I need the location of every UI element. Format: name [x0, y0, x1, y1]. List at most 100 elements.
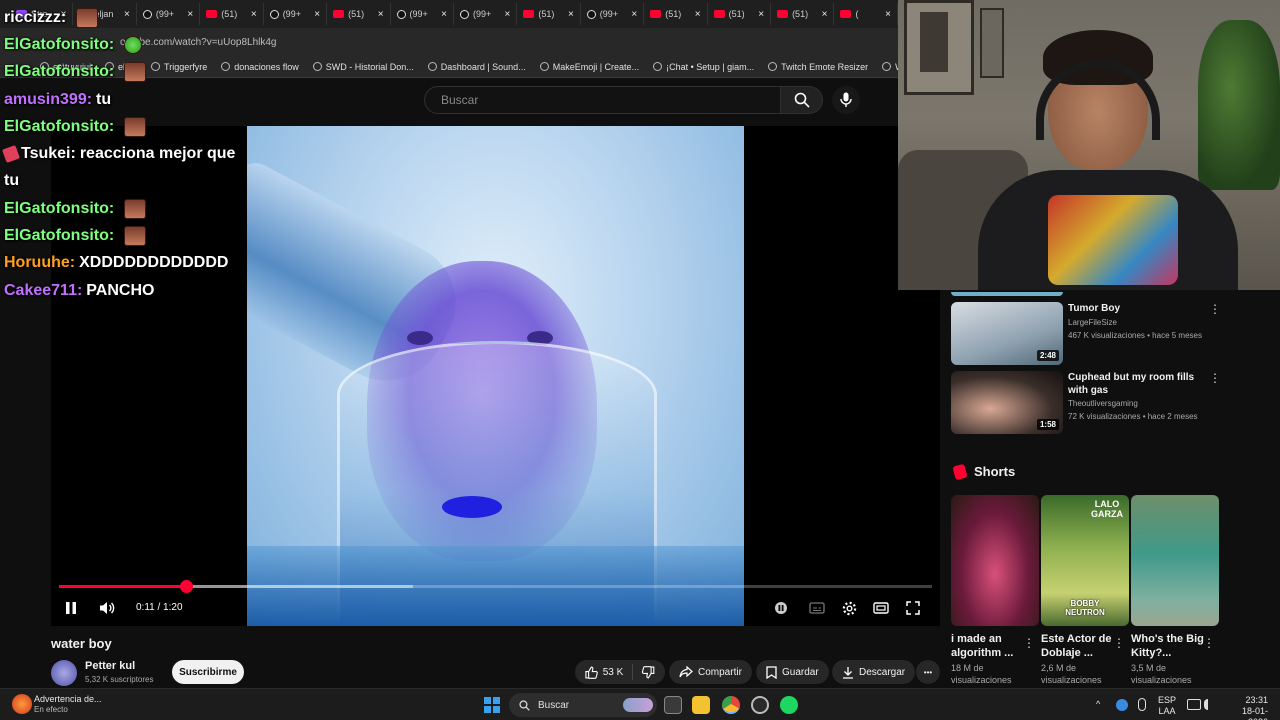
task-view-icon[interactable] — [664, 696, 682, 714]
short-thumbnail[interactable]: LALO GARZA BOBBY NEUTRON — [1041, 495, 1129, 626]
short-menu-button[interactable]: ⋮ — [1203, 636, 1215, 650]
spotify-icon[interactable] — [780, 696, 798, 714]
start-button[interactable] — [484, 697, 500, 713]
file-explorer-icon[interactable] — [692, 696, 710, 714]
short-menu-button[interactable]: ⋮ — [1023, 636, 1035, 650]
related-title[interactable]: Cuphead but my room fills with gas — [1068, 371, 1208, 397]
tab-close-icon[interactable]: × — [441, 9, 447, 20]
bookmark-item[interactable]: Dashboard | Sound... — [427, 62, 526, 72]
obs-icon[interactable] — [751, 696, 769, 714]
warning-icon[interactable] — [12, 694, 32, 714]
language-indicator[interactable]: ESP LAA — [1158, 695, 1176, 717]
search-highlight-image — [623, 698, 653, 712]
tab-close-icon[interactable]: × — [695, 9, 701, 20]
channel-avatar[interactable] — [51, 660, 77, 686]
related-channel[interactable]: LargeFileSize — [1068, 318, 1117, 327]
related-thumbnail[interactable]: 1:58 — [951, 371, 1063, 434]
short-title[interactable]: Who's the Big Kitty?... — [1131, 632, 1205, 660]
related-title[interactable]: Tumor Boy — [1068, 302, 1208, 315]
taskbar-search[interactable]: Buscar — [509, 693, 657, 717]
dislike-icon[interactable] — [642, 665, 655, 679]
short-thumbnail[interactable] — [951, 495, 1039, 626]
chat-username: ElGatofonsito: — [4, 199, 115, 217]
browser-tab[interactable]: (51) × — [327, 3, 391, 25]
subscribe-button[interactable]: Suscribirme — [172, 660, 244, 684]
speaker-icon[interactable] — [1204, 699, 1216, 710]
search-input[interactable]: Buscar — [424, 86, 781, 114]
clock[interactable]: 23:31 18-01-2026 — [1224, 695, 1268, 720]
tab-close-icon[interactable]: × — [822, 9, 828, 20]
browser-tab[interactable]: (99+ × — [391, 3, 454, 25]
settings-button[interactable] — [840, 598, 858, 618]
share-button[interactable]: Compartir — [669, 660, 752, 684]
related-video-2[interactable]: 1:58 Cuphead but my room fills with gas … — [951, 371, 1241, 437]
more-actions-button[interactable]: ••• — [916, 660, 940, 684]
shorts-title: Shorts — [974, 464, 1016, 479]
related-thumbnail-partial[interactable] — [951, 292, 1063, 296]
short-menu-button[interactable]: ⋮ — [1113, 636, 1125, 650]
channel-name[interactable]: Petter kul — [85, 660, 135, 672]
browser-tab[interactable]: (51) × — [708, 3, 772, 25]
tab-close-icon[interactable]: × — [631, 9, 637, 20]
autoplay-toggle[interactable] — [773, 598, 789, 618]
tab-close-icon[interactable]: × — [314, 9, 320, 20]
chat-message: Tsukei: reacciona mejor que — [0, 140, 290, 167]
related-thumbnail[interactable]: 2:48 — [951, 302, 1063, 365]
browser-tab[interactable]: (51) × — [771, 3, 835, 25]
related-channel[interactable]: Theoutliversgaming — [1068, 399, 1138, 408]
network-icon[interactable] — [1187, 699, 1201, 710]
chat-message: amusin399: tu — [0, 86, 290, 113]
browser-tab[interactable]: (51) × — [644, 3, 708, 25]
tab-label: (99+ — [409, 9, 428, 19]
pause-button[interactable] — [63, 598, 79, 618]
volume-button[interactable] — [97, 598, 117, 618]
chrome-icon[interactable] — [722, 696, 740, 714]
bookmark-item[interactable]: Twitch Emote Resizer — [768, 62, 868, 72]
notification-title[interactable]: Advertencia de... — [34, 694, 102, 704]
face-lips — [442, 496, 502, 518]
short-title[interactable]: Este Actor de Doblaje ... — [1041, 632, 1115, 660]
microphone-tray-icon[interactable] — [1138, 698, 1146, 711]
search-icon — [794, 92, 810, 108]
gear-icon — [842, 601, 856, 615]
chat-message: Horuuhe: XDDDDDDDDDDDD — [0, 250, 290, 277]
tab-close-icon[interactable]: × — [378, 9, 384, 20]
chat-emote-green-icon — [124, 35, 143, 54]
browser-tab[interactable]: (× — [834, 3, 898, 25]
browser-tab[interactable]: (99+ × — [454, 3, 518, 25]
short-overlay-text: LALO GARZA — [1091, 499, 1123, 519]
related-menu-button[interactable]: ⋮ — [1209, 371, 1221, 385]
browser-tab[interactable]: (51) × — [517, 3, 581, 25]
short-item[interactable]: Who's the Big Kitty?... 3,5 M de visuali… — [1131, 495, 1219, 686]
fullscreen-button[interactable] — [904, 598, 922, 618]
voice-search-button[interactable] — [832, 86, 860, 114]
houseplant — [1198, 20, 1280, 190]
short-thumbnail[interactable] — [1131, 495, 1219, 626]
progress-scrubber[interactable] — [179, 580, 193, 593]
shorts-logo-icon — [952, 463, 968, 480]
taskbar-search-label: Buscar — [538, 699, 570, 711]
related-menu-button[interactable]: ⋮ — [1209, 302, 1221, 316]
bookmark-item[interactable]: MakeEmoji | Create... — [539, 62, 639, 72]
short-item[interactable]: LALO GARZA BOBBY NEUTRON Este Actor de D… — [1041, 495, 1129, 686]
bookmark-item[interactable]: ¡Chat • Setup | giam... — [653, 62, 754, 72]
related-video-1[interactable]: 2:48 Tumor Boy LargeFileSize 467 K visua… — [951, 302, 1241, 368]
short-title[interactable]: i made an algorithm ... — [951, 632, 1025, 660]
browser-tab[interactable]: (99+ × — [581, 3, 645, 25]
tray-chevron-icon[interactable]: ^ — [1096, 699, 1100, 710]
save-button[interactable]: Guardar — [756, 660, 829, 684]
tab-close-icon[interactable]: × — [568, 9, 574, 20]
like-icon[interactable] — [585, 666, 598, 679]
progress-bar[interactable] — [59, 580, 932, 593]
cloud-icon[interactable] — [1116, 699, 1128, 711]
short-item[interactable]: i made an algorithm ... 18 M de visualiz… — [951, 495, 1039, 686]
tab-close-icon[interactable]: × — [885, 9, 891, 20]
theater-mode-button[interactable] — [872, 598, 890, 618]
tab-close-icon[interactable]: × — [758, 9, 764, 20]
bookmark-item[interactable]: SWD - Historial Don... — [312, 62, 414, 72]
tab-close-icon[interactable]: × — [505, 9, 511, 20]
download-button[interactable]: Descargar — [832, 660, 916, 684]
search-button[interactable] — [781, 86, 823, 114]
like-count[interactable]: 53 K — [603, 667, 624, 678]
subtitles-button[interactable] — [808, 598, 826, 618]
